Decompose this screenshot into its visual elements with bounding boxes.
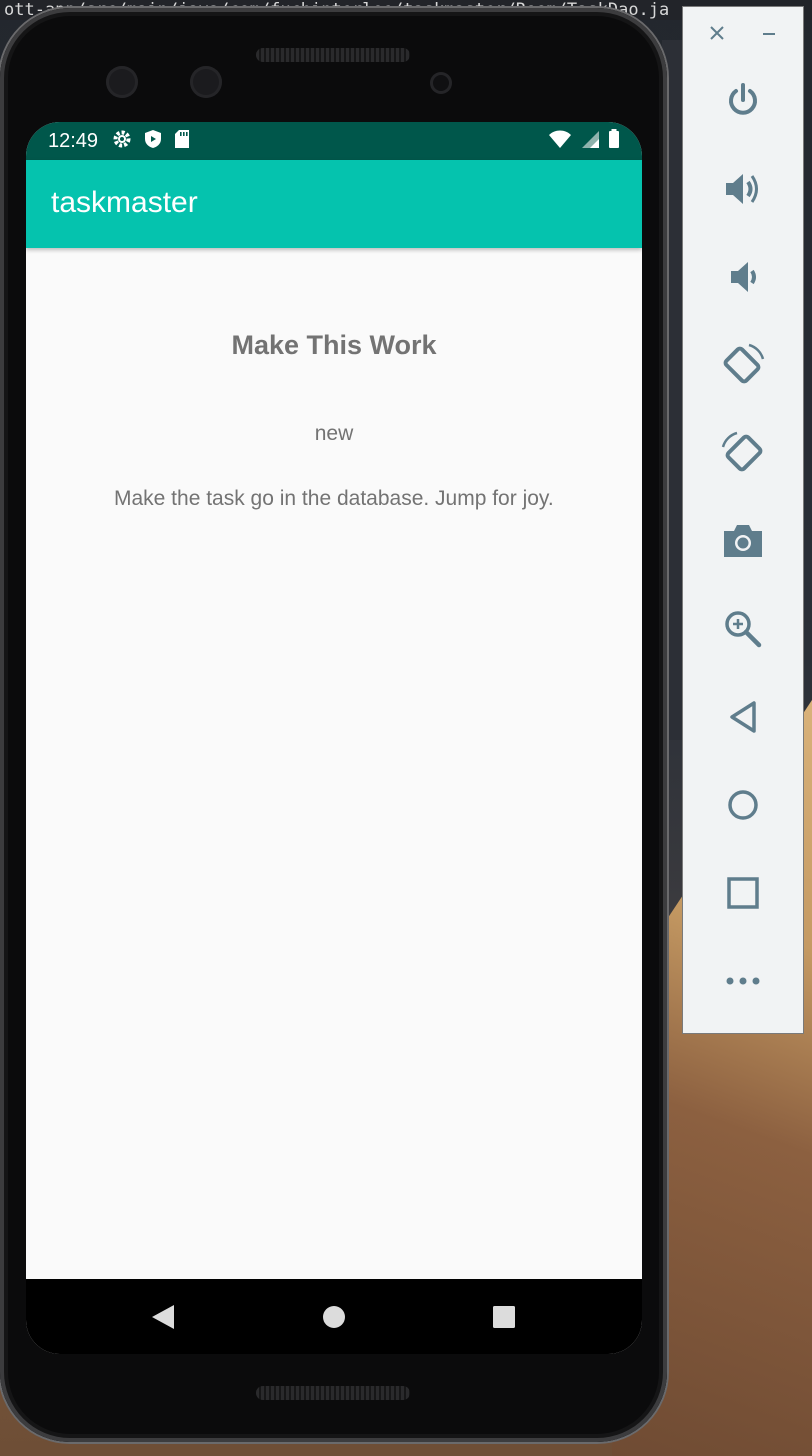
back-button[interactable] bbox=[713, 687, 773, 747]
camera-icon bbox=[724, 525, 762, 557]
battery-icon bbox=[608, 129, 620, 153]
wifi-icon bbox=[548, 129, 572, 153]
proximity-sensor bbox=[430, 72, 452, 94]
app-title: taskmaster bbox=[51, 186, 198, 219]
task-body: Make the task go in the database. Jump f… bbox=[114, 487, 554, 510]
task-state: new bbox=[314, 422, 354, 445]
rotate-right-button[interactable] bbox=[713, 423, 773, 483]
phone-screen: 12:49 taskmaster Make This Work new Make… bbox=[26, 122, 642, 1354]
shield-icon bbox=[144, 129, 162, 153]
earpiece-speaker bbox=[256, 48, 410, 62]
overview-button[interactable] bbox=[713, 863, 773, 923]
rotate-left-button[interactable] bbox=[713, 335, 773, 395]
more-icon bbox=[726, 977, 760, 985]
status-time: 12:49 bbox=[48, 129, 99, 152]
task-detail: Make This Work new Make the task go in t… bbox=[26, 248, 642, 1279]
status-icons-left bbox=[112, 129, 190, 153]
minimize-icon[interactable] bbox=[759, 23, 779, 47]
status-bar: 12:49 bbox=[26, 122, 642, 160]
more-button[interactable] bbox=[713, 951, 773, 1011]
home-icon bbox=[323, 1306, 345, 1328]
volume-down-button[interactable] bbox=[713, 247, 773, 307]
back-icon bbox=[152, 1305, 174, 1329]
status-icons-right bbox=[548, 129, 620, 153]
app-bar: taskmaster bbox=[26, 160, 642, 248]
navigation-bar bbox=[26, 1279, 642, 1354]
volume-down-icon bbox=[731, 262, 756, 292]
rotate-left-icon bbox=[723, 343, 765, 384]
zoom-in-icon bbox=[725, 611, 762, 648]
sd-card-icon bbox=[174, 129, 190, 153]
panel-window-controls bbox=[683, 7, 803, 59]
nav-home-button[interactable] bbox=[318, 1301, 350, 1333]
bottom-speaker bbox=[256, 1386, 410, 1400]
front-camera-left bbox=[106, 66, 138, 98]
phone-frame: 12:49 taskmaster Make This Work new Make… bbox=[0, 8, 667, 1442]
rotate-right-icon bbox=[721, 431, 763, 472]
volume-up-button[interactable] bbox=[713, 159, 773, 219]
home-button[interactable] bbox=[713, 775, 773, 835]
settings-icon bbox=[112, 129, 132, 153]
recents-icon bbox=[493, 1306, 515, 1328]
nav-recents-button[interactable] bbox=[488, 1301, 520, 1333]
emulator-control-panel bbox=[682, 6, 804, 1034]
overview-icon bbox=[727, 877, 759, 909]
back-icon bbox=[730, 701, 756, 733]
close-icon[interactable] bbox=[707, 23, 727, 47]
power-button[interactable] bbox=[713, 71, 773, 131]
zoom-button[interactable] bbox=[713, 599, 773, 659]
power-icon bbox=[729, 83, 757, 115]
task-title: Make This Work bbox=[231, 330, 437, 360]
volume-up-icon bbox=[726, 174, 758, 204]
home-icon bbox=[728, 790, 758, 820]
cellular-icon bbox=[580, 129, 600, 153]
front-camera-right bbox=[190, 66, 222, 98]
screenshot-button[interactable] bbox=[713, 511, 773, 571]
nav-back-button[interactable] bbox=[147, 1301, 179, 1333]
